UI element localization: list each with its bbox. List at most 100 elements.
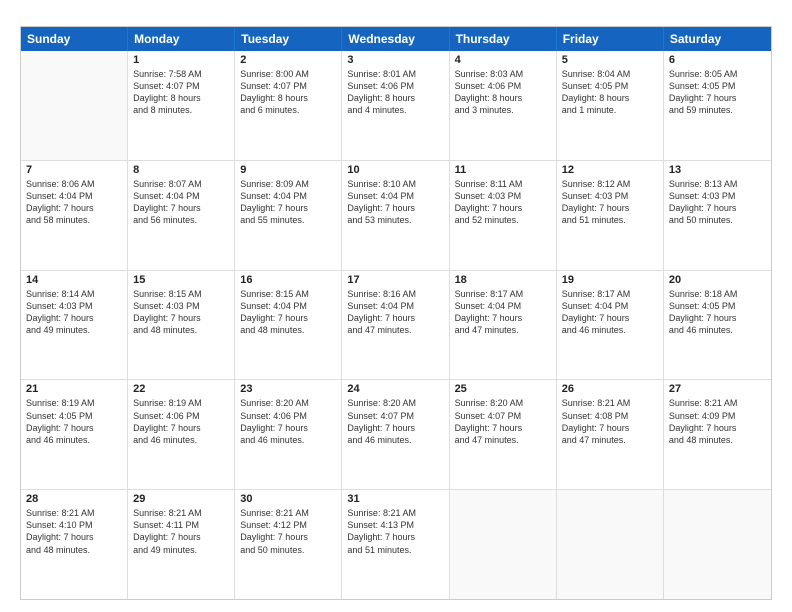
weekday-header: Tuesday (235, 27, 342, 51)
sunset-text: Sunset: 4:04 PM (26, 190, 122, 202)
daylight-text: Daylight: 7 hours (26, 531, 122, 543)
day-number: 13 (669, 164, 766, 176)
calendar-cell: 21Sunrise: 8:19 AMSunset: 4:05 PMDayligh… (21, 380, 128, 489)
sunset-text: Sunset: 4:11 PM (133, 519, 229, 531)
calendar-cell: 31 Sunrise: 8:21 AMSunset: 4:13 PMDayligh… (342, 490, 449, 599)
day-number: 24 (347, 383, 443, 395)
calendar-cell: 3Sunrise: 8:01 AMSunset: 4:06 PMDaylight… (342, 51, 449, 160)
daylight-text: Daylight: 7 hours (669, 312, 766, 324)
daylight-text-cont: and 46 minutes. (562, 324, 658, 336)
day-number: 23 (240, 383, 336, 395)
day-number: 18 (455, 274, 551, 286)
day-number: 26 (562, 383, 658, 395)
sunset-text: Sunset: 4:04 PM (240, 300, 336, 312)
calendar-cell: 17Sunrise: 8:16 AMSunset: 4:04 PMDayligh… (342, 271, 449, 380)
daylight-text: Daylight: 7 hours (347, 531, 443, 543)
sunset-text: Sunset: 4:06 PM (240, 410, 336, 422)
daylight-text: Daylight: 7 hours (455, 202, 551, 214)
day-number: 3 (347, 54, 443, 66)
day-number: 7 (26, 164, 122, 176)
daylight-text-cont: and 50 minutes. (669, 214, 766, 226)
sunset-text: Sunset: 4:03 PM (26, 300, 122, 312)
sunset-text: Sunset: 4:05 PM (669, 80, 766, 92)
day-number: 5 (562, 54, 658, 66)
day-number: 20 (669, 274, 766, 286)
sunrise-text: Sunrise: 8:16 AM (347, 288, 443, 300)
sunset-text: Sunset: 4:12 PM (240, 519, 336, 531)
day-number: 10 (347, 164, 443, 176)
sunrise-text: Sunrise: 8:00 AM (240, 68, 336, 80)
daylight-text-cont: and 55 minutes. (240, 214, 336, 226)
calendar-cell: 18Sunrise: 8:17 AMSunset: 4:04 PMDayligh… (450, 271, 557, 380)
day-number: 12 (562, 164, 658, 176)
sunrise-text: Sunrise: 8:15 AM (133, 288, 229, 300)
daylight-text: Daylight: 7 hours (26, 422, 122, 434)
daylight-text: Daylight: 7 hours (133, 202, 229, 214)
calendar-cell: 5Sunrise: 8:04 AMSunset: 4:05 PMDaylight… (557, 51, 664, 160)
daylight-text: Daylight: 8 hours (562, 92, 658, 104)
daylight-text-cont: and 59 minutes. (669, 104, 766, 116)
weekday-header: Wednesday (342, 27, 449, 51)
calendar-cell: 1Sunrise: 7:58 AMSunset: 4:07 PMDaylight… (128, 51, 235, 160)
day-number: 4 (455, 54, 551, 66)
daylight-text-cont: and 50 minutes. (240, 544, 336, 556)
daylight-text: Daylight: 7 hours (562, 312, 658, 324)
sunset-text: Sunset: 4:04 PM (240, 190, 336, 202)
daylight-text: Daylight: 7 hours (669, 92, 766, 104)
daylight-text: Daylight: 8 hours (347, 92, 443, 104)
daylight-text-cont: and 56 minutes. (133, 214, 229, 226)
daylight-text-cont: and 47 minutes. (562, 434, 658, 446)
sunrise-text: Sunrise: 8:04 AM (562, 68, 658, 80)
calendar-row: 28Sunrise: 8:21 AMSunset: 4:10 PMDayligh… (21, 489, 771, 599)
weekday-header: Sunday (21, 27, 128, 51)
calendar-cell: 6Sunrise: 8:05 AMSunset: 4:05 PMDaylight… (664, 51, 771, 160)
sunset-text: Sunset: 4:03 PM (455, 190, 551, 202)
daylight-text: Daylight: 7 hours (669, 422, 766, 434)
sunrise-text: Sunrise: 8:21 AM (347, 507, 443, 519)
daylight-text-cont: and 58 minutes. (26, 214, 122, 226)
daylight-text: Daylight: 7 hours (133, 531, 229, 543)
sunrise-text: Sunrise: 8:13 AM (669, 178, 766, 190)
daylight-text: Daylight: 7 hours (133, 422, 229, 434)
sunset-text: Sunset: 4:03 PM (562, 190, 658, 202)
daylight-text-cont: and 6 minutes. (240, 104, 336, 116)
sunrise-text: Sunrise: 8:11 AM (455, 178, 551, 190)
sunrise-text: Sunrise: 8:21 AM (133, 507, 229, 519)
daylight-text: Daylight: 8 hours (133, 92, 229, 104)
daylight-text-cont: and 49 minutes. (133, 544, 229, 556)
daylight-text: Daylight: 7 hours (133, 312, 229, 324)
sunrise-text: Sunrise: 7:58 AM (133, 68, 229, 80)
daylight-text-cont: and 1 minute. (562, 104, 658, 116)
sunset-text: Sunset: 4:04 PM (347, 190, 443, 202)
sunset-text: Sunset: 4:13 PM (347, 519, 443, 531)
calendar-cell: 28Sunrise: 8:21 AMSunset: 4:10 PMDayligh… (21, 490, 128, 599)
daylight-text: Daylight: 7 hours (347, 312, 443, 324)
daylight-text-cont: and 48 minutes. (669, 434, 766, 446)
day-number: 31 (347, 493, 443, 505)
daylight-text-cont: and 4 minutes. (347, 104, 443, 116)
daylight-text: Daylight: 7 hours (562, 422, 658, 434)
sunrise-text: Sunrise: 8:03 AM (455, 68, 551, 80)
daylight-text-cont: and 52 minutes. (455, 214, 551, 226)
calendar-cell: 27Sunrise: 8:21 AMSunset: 4:09 PMDayligh… (664, 380, 771, 489)
calendar-cell: 25Sunrise: 8:20 AMSunset: 4:07 PMDayligh… (450, 380, 557, 489)
daylight-text-cont: and 8 minutes. (133, 104, 229, 116)
sunset-text: Sunset: 4:03 PM (669, 190, 766, 202)
calendar-cell: 2Sunrise: 8:00 AMSunset: 4:07 PMDaylight… (235, 51, 342, 160)
calendar-cell: 26Sunrise: 8:21 AMSunset: 4:08 PMDayligh… (557, 380, 664, 489)
day-number: 28 (26, 493, 122, 505)
calendar-cell (664, 490, 771, 599)
sunrise-text: Sunrise: 8:01 AM (347, 68, 443, 80)
day-number: 16 (240, 274, 336, 286)
calendar-cell: 24Sunrise: 8:20 AMSunset: 4:07 PMDayligh… (342, 380, 449, 489)
calendar-cell: 22Sunrise: 8:19 AMSunset: 4:06 PMDayligh… (128, 380, 235, 489)
sunrise-text: Sunrise: 8:18 AM (669, 288, 766, 300)
daylight-text-cont: and 48 minutes. (26, 544, 122, 556)
daylight-text: Daylight: 7 hours (669, 202, 766, 214)
daylight-text: Daylight: 7 hours (26, 312, 122, 324)
sunrise-text: Sunrise: 8:20 AM (347, 397, 443, 409)
sunset-text: Sunset: 4:03 PM (133, 300, 229, 312)
day-number: 27 (669, 383, 766, 395)
sunrise-text: Sunrise: 8:09 AM (240, 178, 336, 190)
daylight-text-cont: and 49 minutes. (26, 324, 122, 336)
